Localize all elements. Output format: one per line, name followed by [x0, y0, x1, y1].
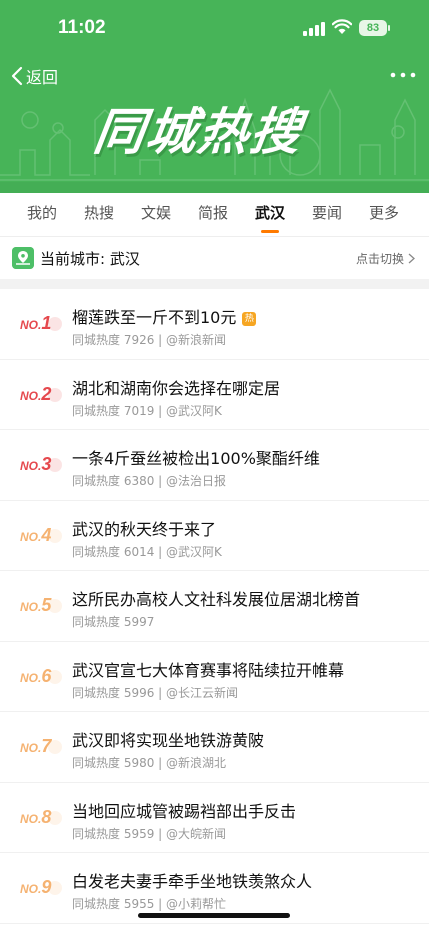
item-meta: 同城热度 7019 | @武汉阿K — [72, 403, 222, 418]
rank-number: 1 — [41, 313, 52, 333]
item-title: 当地回应城管被踢裆部出手反击 — [72, 801, 297, 821]
home-indicator[interactable] — [138, 913, 290, 918]
current-city-row: 当前城市: 武汉 点击切换 — [0, 236, 429, 279]
tab-news[interactable]: 要闻 — [311, 193, 343, 235]
rank-number: 4 — [41, 524, 52, 545]
item-meta: 同城热度 6014 | @武汉阿K — [72, 544, 222, 559]
list-item[interactable]: NO.4 武汉的秋天终于来了 同城热度 6014 | @武汉阿K — [0, 501, 429, 571]
status-time: 11:02 — [58, 17, 106, 38]
item-title: 武汉的秋天终于来了 — [72, 519, 217, 539]
rank-prefix: NO. — [20, 882, 42, 896]
item-title: 白发老夫妻手牵手坐地铁羡煞众人 — [72, 872, 313, 891]
location-map-icon — [12, 247, 34, 269]
list-item[interactable]: NO.8 当地回应城管被踢裆部出手反击 同城热度 5959 | @大皖新闻 — [0, 783, 429, 853]
list-item[interactable]: NO.3 一条4斤蚕丝被检出100%聚酯纤维 同城热度 6380 | @法治日报 — [0, 430, 429, 501]
rank-number: 3 — [41, 454, 52, 474]
tab-more[interactable]: 更多 — [368, 193, 400, 235]
item-title: 武汉即将实现坐地铁游黄陂 — [72, 731, 265, 750]
battery-icon: 83 — [359, 20, 387, 36]
list-item[interactable]: NO.2 湖北和湖南你会选择在哪定居 同城热度 7019 | @武汉阿K — [0, 360, 429, 430]
rank-number: 7 — [41, 736, 52, 756]
section-divider — [0, 279, 429, 289]
rank-badge: NO.7 — [20, 736, 64, 756]
rank-badge: NO.4 — [20, 525, 64, 545]
rank-number: 5 — [41, 595, 52, 615]
item-title: 一条4斤蚕丝被检出100%聚酯纤维 — [72, 449, 320, 468]
item-title: 这所民办高校人文社科发展位居湖北榜首 — [72, 590, 361, 609]
current-city-label: 当前城市: 武汉 — [40, 250, 140, 268]
tab-briefing[interactable]: 简报 — [197, 193, 229, 235]
item-title-text: 榴莲跌至一斤不到10元 — [72, 308, 237, 327]
tab-bar: 我的 热搜 文娱 简报 武汉 要闻 更多 — [0, 193, 429, 235]
item-title: 榴莲跌至一斤不到10元热 — [72, 304, 257, 328]
item-meta: 同城热度 6380 | @法治日报 — [72, 474, 227, 488]
item-meta: 同城热度 5997 — [72, 615, 155, 629]
item-meta: 同城热度 7926 | @新浪新闻 — [72, 333, 227, 347]
rank-number: 9 — [41, 877, 52, 897]
rank-prefix: NO. — [20, 600, 42, 614]
rank-number: 8 — [41, 806, 52, 827]
rank-prefix: NO. — [20, 459, 42, 473]
rank-badge: NO.5 — [20, 595, 64, 615]
header-banner: 11:02 83 返回 同城热搜 — [0, 0, 429, 193]
wifi-icon — [332, 19, 352, 34]
switch-city-label: 点击切换 — [355, 252, 404, 266]
tab-hot-search[interactable]: 热搜 — [83, 193, 115, 235]
rank-number: 6 — [41, 665, 52, 686]
item-meta: 同城热度 5980 | @新浪湖北 — [72, 756, 227, 770]
chevron-left-icon — [11, 66, 23, 86]
tab-wuhan[interactable]: 武汉 — [254, 193, 286, 235]
rank-badge: NO.2 — [20, 384, 64, 404]
rank-prefix: NO. — [20, 529, 42, 544]
rank-prefix: NO. — [20, 811, 42, 826]
rank-badge: NO.8 — [20, 807, 64, 827]
rank-prefix: NO. — [20, 318, 42, 332]
battery-cap — [388, 25, 390, 31]
list-item[interactable]: NO.7 武汉即将实现坐地铁游黄陂 同城热度 5980 | @新浪湖北 — [0, 712, 429, 783]
rank-prefix: NO. — [20, 388, 42, 403]
item-title: 湖北和湖南你会选择在哪定居 — [72, 378, 281, 398]
item-meta: 同城热度 5996 | @长江云新闻 — [72, 685, 239, 700]
chevron-right-icon — [408, 253, 415, 264]
list-item[interactable]: NO.5 这所民办高校人文社科发展位居湖北榜首 同城热度 5997 — [0, 571, 429, 642]
rank-prefix: NO. — [20, 741, 42, 755]
tab-entertainment[interactable]: 文娱 — [140, 193, 172, 235]
rank-number: 2 — [41, 383, 52, 404]
rank-badge: NO.3 — [20, 454, 64, 474]
list-item[interactable]: NO.6 武汉官宣七大体育赛事将陆续拉开帷幕 同城热度 5996 | @长江云新… — [0, 642, 429, 712]
hot-search-list: NO.1 榴莲跌至一斤不到10元热 同城热度 7926 | @新浪新闻 NO.2… — [0, 289, 429, 924]
rank-prefix: NO. — [20, 670, 42, 685]
list-item[interactable]: NO.1 榴莲跌至一斤不到10元热 同城热度 7926 | @新浪新闻 — [0, 289, 429, 360]
status-bar: 11:02 83 — [0, 0, 429, 52]
back-label: 返回 — [26, 68, 59, 87]
back-button[interactable]: 返回 — [10, 64, 58, 88]
hot-badge: 热 — [242, 312, 257, 326]
item-title: 武汉官宣七大体育赛事将陆续拉开帷幕 — [72, 660, 345, 680]
cellular-signal-icon — [303, 22, 325, 36]
rank-badge: NO.1 — [20, 313, 64, 333]
switch-city-button[interactable]: 点击切换 — [356, 250, 415, 267]
rank-badge: NO.9 — [20, 877, 64, 897]
more-options-icon[interactable] — [390, 70, 416, 80]
rank-badge: NO.6 — [20, 666, 64, 686]
item-meta: 同城热度 5955 | @小莉帮忙 — [72, 897, 227, 911]
tab-mine[interactable]: 我的 — [26, 193, 58, 235]
item-meta: 同城热度 5959 | @大皖新闻 — [72, 826, 227, 841]
banner-title: 同城热搜 — [90, 103, 307, 161]
